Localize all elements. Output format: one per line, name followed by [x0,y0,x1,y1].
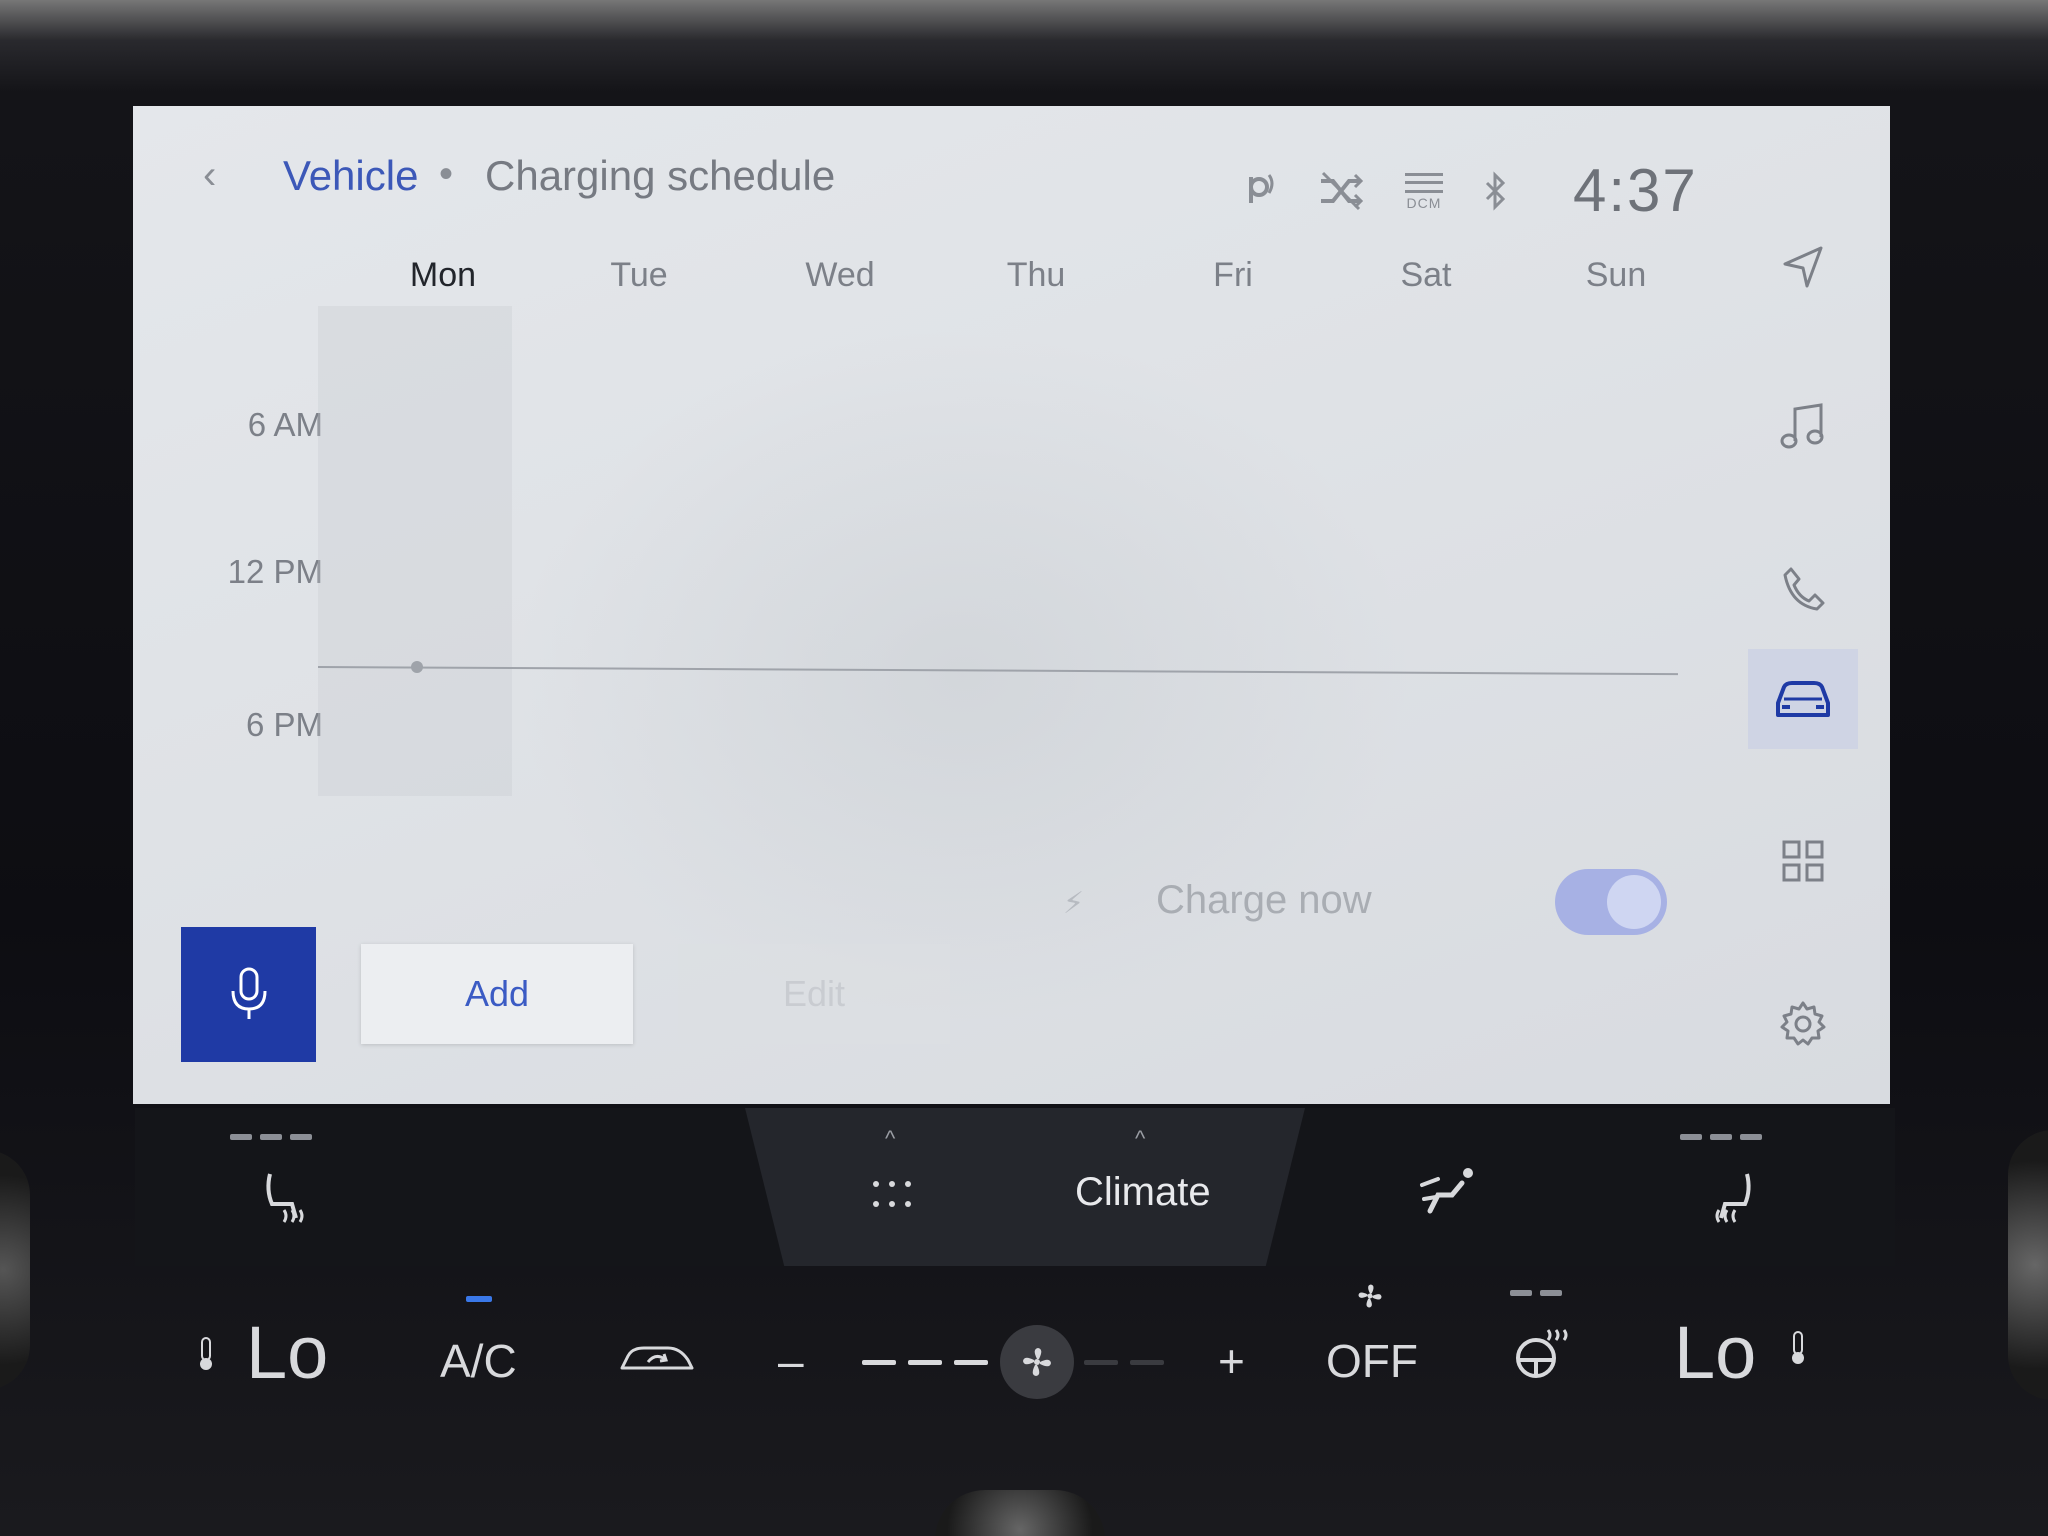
bezel-top-edge [0,0,2048,40]
fan-icon [1023,1348,1051,1376]
rail-settings[interactable] [1748,974,1858,1074]
rail-phone[interactable] [1748,539,1858,639]
grid-column-thu[interactable] [900,306,1094,796]
rail-vehicle[interactable] [1748,649,1858,749]
clock: 4:37 [1573,157,1698,224]
time-label-6pm: 6 PM [245,706,323,743]
left-volume-knob[interactable] [0,1150,30,1390]
day-tab-thu[interactable]: Thu [966,256,1106,295]
charge-now-label: Charge now [1156,878,1372,922]
fan-small-icon [1358,1284,1382,1308]
current-time-marker [411,661,423,673]
dcm-label: DCM [1406,194,1442,211]
vehicle-icon [1776,681,1830,717]
fan-level-3 [954,1360,988,1365]
grid-column-fri[interactable] [1094,306,1288,796]
grid-column-tue[interactable] [512,306,706,796]
fan-level-2 [908,1360,942,1365]
right-tune-knob[interactable] [2008,1130,2048,1400]
day-tab-fri[interactable]: Fri [1163,256,1303,295]
wireless-charging-icon [1249,174,1274,203]
grid-column-sat[interactable] [1288,306,1482,796]
charge-now-toggle[interactable] [1555,869,1667,935]
rail-navigation[interactable] [1748,216,1858,316]
fan-increase-button[interactable]: + [1218,1334,1245,1388]
grid-column-wed[interactable] [706,306,900,796]
passenger-temp-value[interactable]: Lo [1674,1310,1756,1395]
breadcrumb-vehicle-link[interactable]: Vehicle [283,152,418,200]
rail-music[interactable] [1748,376,1858,476]
navigation-icon [1783,246,1823,288]
voice-assistant-button[interactable] [181,927,316,1062]
day-tab-sat[interactable]: Sat [1356,256,1496,295]
climate-expand-caret[interactable]: ^ [1135,1126,1145,1152]
display-screen: ‹ Vehicle • Charging schedule DCM 4:37 M… [133,106,1890,1104]
rail-apps[interactable] [1748,811,1858,911]
apps-icon [1782,840,1824,882]
settings-icon [1780,1001,1826,1046]
page-title: Charging schedule [485,152,836,199]
passenger-seat-heat-icon[interactable] [1705,1170,1755,1226]
driver-temp-icon [200,1337,212,1370]
shuffle-off-icon [1321,171,1364,211]
time-label-12pm: 12 PM [227,553,323,590]
back-button[interactable]: ‹ [203,150,243,200]
fan-off-button[interactable]: OFF [1326,1334,1418,1388]
phone-icon [1783,567,1825,611]
breadcrumb-separator: • [439,152,454,196]
driver-temp-value[interactable]: Lo [246,1310,328,1395]
edit-schedule-button[interactable]: Edit [678,944,950,1044]
day-tab-mon[interactable]: Mon [373,256,513,295]
day-tab-sun[interactable]: Sun [1546,256,1686,295]
heated-steering-wheel-icon[interactable] [1512,1326,1568,1382]
day-tab-tue[interactable]: Tue [569,256,709,295]
center-dial-knob[interactable] [935,1490,1105,1536]
fan-level-5 [1084,1360,1118,1365]
airflow-mode-icon[interactable] [1418,1165,1480,1221]
grid-column-mon[interactable] [318,306,512,796]
climate-label[interactable]: Climate [1075,1170,1211,1215]
climate-center-panel[interactable] [745,1108,1305,1266]
recirculation-icon[interactable] [618,1340,696,1376]
ac-indicator [466,1296,492,1302]
fan-decrease-button[interactable]: – [778,1334,804,1388]
passenger-temp-icon [1792,1331,1804,1364]
fan-level-1 [862,1360,896,1365]
driver-seat-heat-level [230,1134,312,1140]
apps-expand-caret[interactable]: ^ [885,1126,895,1152]
day-tab-wed[interactable]: Wed [770,256,910,295]
passenger-seat-heat-level [1680,1134,1762,1140]
status-icons: DCM [1243,166,1507,216]
microphone-icon [231,967,266,1019]
bluetooth-icon [1485,171,1506,211]
music-icon [1780,403,1824,449]
time-label-6am: 6 AM [247,406,323,443]
fan-level-6 [1130,1360,1164,1365]
steering-heat-level [1510,1290,1562,1296]
climate-menu-grid-icon[interactable] [870,1178,914,1210]
ac-button[interactable]: A/C [440,1334,517,1388]
toggle-knob [1607,875,1661,929]
driver-seat-heat-icon[interactable] [262,1170,312,1226]
grid-column-sun[interactable] [1482,306,1676,796]
top-bar: ‹ Vehicle • Charging schedule DCM 4:37 [133,106,1890,236]
dcm-signal-icon: DCM [1405,172,1443,211]
charge-bolt-icon: ⚡ [1063,887,1085,920]
schedule-grid[interactable] [317,306,1678,796]
add-schedule-button[interactable]: Add [361,944,633,1044]
fan-speed-knob[interactable] [1000,1325,1074,1399]
